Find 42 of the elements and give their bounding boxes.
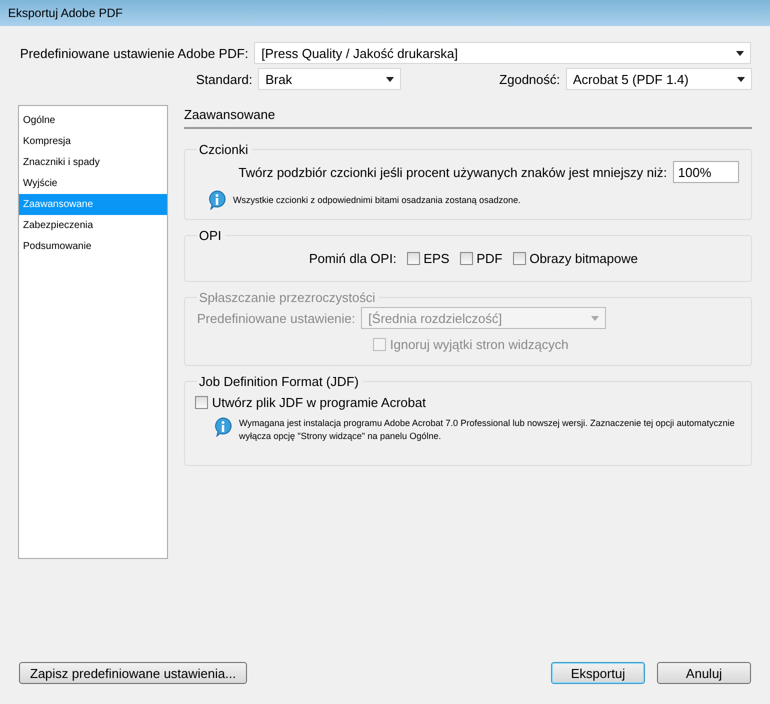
- dialog-button[interactable]: Eksportuj: [551, 662, 645, 684]
- panel-title: Zaawansowane: [184, 105, 752, 129]
- group-title: Czcionki: [198, 142, 250, 157]
- sidebar-item[interactable]: Podsumowanie: [19, 236, 167, 257]
- checkbox[interactable]: [407, 252, 420, 264]
- sidebar-item[interactable]: Kompresja: [19, 131, 167, 152]
- checkbox-label: Utwórz plik JDF w programie Acrobat: [212, 394, 426, 410]
- checkbox-label: EPS: [423, 250, 450, 266]
- checkbox[interactable]: [460, 252, 474, 264]
- dropdown-arrow-icon: [591, 316, 600, 320]
- checkbox-label: Ignoruj wyjątki stron widzących: [390, 336, 568, 352]
- checkbox-label: Obrazy bitmapowe: [529, 250, 638, 266]
- sidebar-item[interactable]: Znaczniki i spady: [19, 152, 167, 173]
- info-text: Wymagana jest instalacja programu Adobe Acrobat 7.0 Professional lub nowszej wersji. Zaznaczenie tej opcji automatycznie wyłącza opcję "Strony widzące" na panelu Ogólne.: [239, 417, 736, 443]
- percent-field[interactable]: 100%: [673, 161, 739, 183]
- checkbox[interactable]: [195, 396, 208, 408]
- group-title: Job Definition Format (JDF): [198, 374, 360, 389]
- dropdown[interactable]: [Press Quality / Jakość drukarska]: [254, 42, 752, 64]
- group-title: Spłaszczanie przezroczystości: [198, 290, 376, 305]
- save-preset-button[interactable]: Zapisz predefiniowane ustawienia...: [19, 662, 247, 684]
- preset-label: Predefiniowane ustawienie Adobe PDF:: [20, 46, 248, 60]
- dropdown-arrow-icon: [736, 50, 744, 56]
- compatibility-label: Zgodność:: [499, 72, 560, 86]
- subset-label: Twórz podzbiór czcionki jeśli procent używanych znaków jest mniejszy niż:: [238, 164, 667, 180]
- dropdown-arrow-icon: [737, 76, 745, 82]
- dropdown-arrow-icon: [386, 76, 394, 82]
- info-icon: [207, 190, 227, 210]
- sidebar-item[interactable]: Wyjście: [19, 173, 167, 194]
- standard-label: Standard:: [196, 72, 252, 86]
- group-title: OPI: [198, 228, 222, 243]
- checkbox-label: PDF: [476, 250, 502, 266]
- preset-label: Predefiniowane ustawienie:: [197, 310, 356, 326]
- checkbox[interactable]: [513, 252, 526, 264]
- info-text: Wszystkie czcionki z odpowiednimi bitami osadzania zostaną osadzone.: [233, 194, 521, 206]
- sidebar-item[interactable]: Zabezpieczenia: [19, 215, 167, 236]
- sidebar-item[interactable]: Ogólne: [19, 110, 167, 131]
- window-title: Eksportuj Adobe PDF: [8, 6, 123, 20]
- dropdown[interactable]: Acrobat 5 (PDF 1.4): [566, 68, 752, 90]
- dropdown[interactable]: Brak: [258, 68, 402, 90]
- info-icon: [213, 417, 233, 437]
- opi-label: Pomiń dla OPI:: [309, 250, 396, 266]
- dialog-button[interactable]: Anuluj: [657, 662, 751, 684]
